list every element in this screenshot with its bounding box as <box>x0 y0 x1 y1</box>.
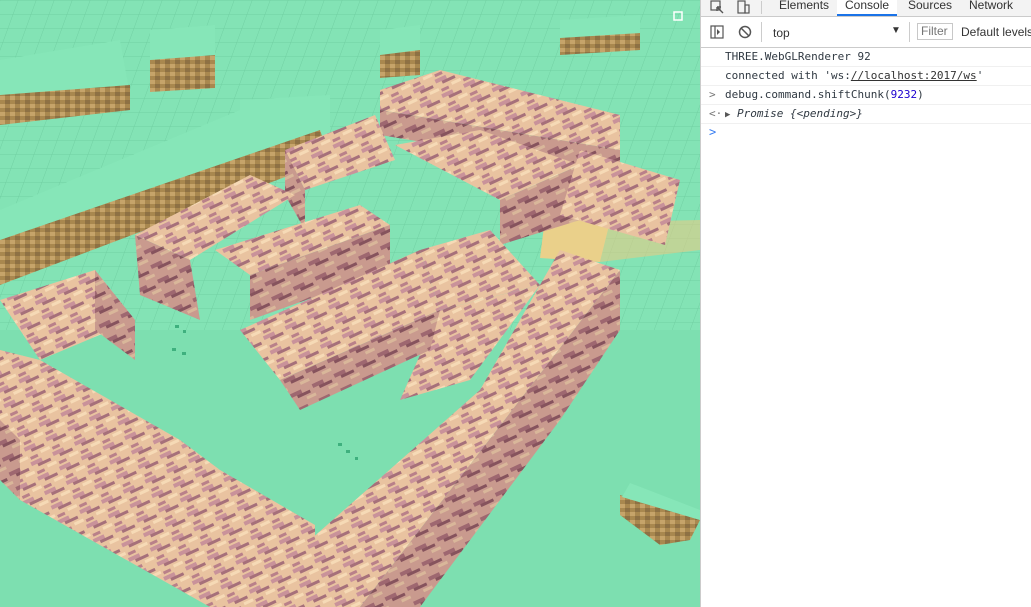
inspect-icon[interactable] <box>710 0 724 17</box>
console-link[interactable]: //localhost:2017/ws <box>851 69 977 82</box>
tab-sources[interactable]: Sources <box>900 0 960 16</box>
tab-network[interactable]: Network <box>961 0 1021 16</box>
crosshair-icon <box>673 11 683 21</box>
input-arrow-icon: > <box>709 88 716 101</box>
sidebar-toggle-icon[interactable] <box>710 25 724 42</box>
result-arrow-icon: <· <box>709 107 723 120</box>
levels-dropdown[interactable]: Default levels <box>961 25 1031 39</box>
game-viewport[interactable] <box>0 0 700 607</box>
tab-elements[interactable]: Elements <box>771 0 837 16</box>
expand-triangle-icon[interactable]: ▶ <box>725 110 730 120</box>
prompt-chevron-icon: > <box>709 125 717 139</box>
filter-input[interactable]: Filter <box>917 23 953 40</box>
clear-console-icon[interactable] <box>738 25 752 42</box>
context-selector[interactable]: top <box>773 26 790 40</box>
device-icon[interactable] <box>736 0 750 17</box>
tab-console[interactable]: Console <box>837 0 898 16</box>
console-message: connected with 'ws://localhost:2017/ws' <box>701 67 1031 86</box>
console-message: THREE.WebGLRenderer 92 <box>701 48 1031 67</box>
voxel-scene <box>0 0 700 607</box>
console-prompt[interactable]: > <box>701 124 1031 144</box>
console-command: > debug.command.shiftChunk(9232) <box>701 86 1031 105</box>
chevron-down-icon[interactable]: ▼ <box>891 25 901 36</box>
console-result[interactable]: <· ▶ Promise {<pending>} <box>701 105 1031 124</box>
devtools-panel: Elements Console Sources Network top ▼ F… <box>700 0 1031 607</box>
console-toolbar: top ▼ Filter Default levels <box>701 17 1031 48</box>
console-messages: THREE.WebGLRenderer 92 connected with 'w… <box>701 48 1031 144</box>
devtools-tab-bar: Elements Console Sources Network <box>701 0 1031 17</box>
